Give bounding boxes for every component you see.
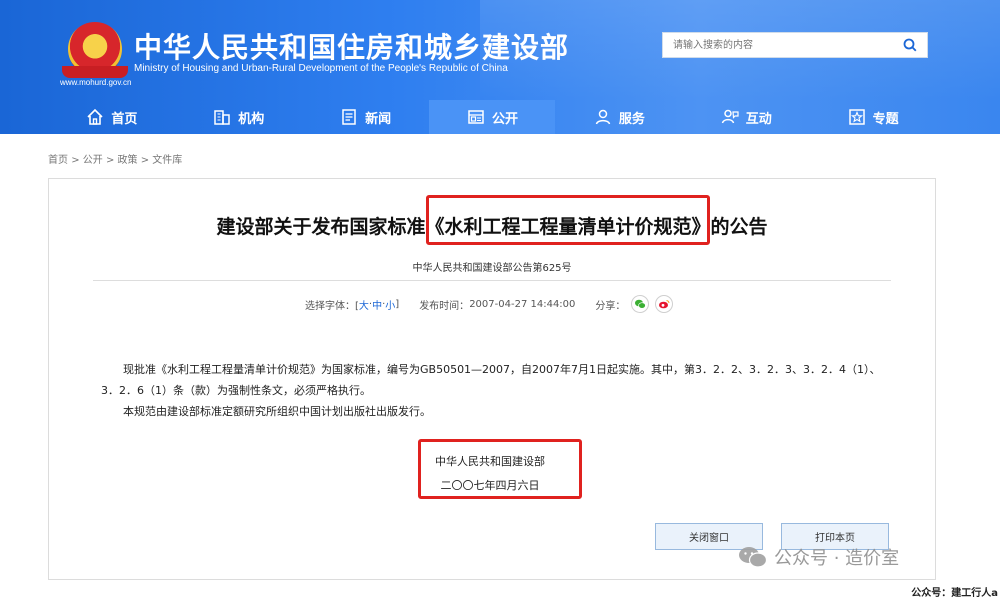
main-nav: 首页 机构 新闻 公开 服务 互动 专题 [48,100,936,134]
nav-label: 首页 [111,111,138,127]
nav-item-interaction[interactable]: 互动 [682,100,809,134]
nav-label: 机构 [238,111,265,127]
nav-item-topic[interactable]: 专题 [809,100,936,134]
nav-label: 服务 [618,111,645,127]
news-icon [339,107,359,127]
nav-item-news[interactable]: 新闻 [302,100,429,134]
site-subtitle: Ministry of Housing and Urban-Rural Deve… [134,63,508,74]
interaction-icon [720,107,740,127]
emblem-ribbon [62,66,128,78]
font-size-large-link[interactable]: 大 [359,297,369,312]
breadcrumb-separator: > [105,155,115,166]
building-icon [212,107,232,127]
wechat-share-icon[interactable] [631,295,650,313]
site-header: www.mohurd.gov.cn 中华人民共和国住房和城乡建设部 Minist… [0,0,1000,134]
search-input[interactable] [663,33,891,57]
font-size-label: 选择字体：[ [305,300,359,312]
article-paragraph: 本规范由建设部标准定额研究所组织中国计划出版社出版发行。 [123,405,431,418]
signature-date: 二〇〇七年四月六日 [440,479,540,492]
signature-block: 中华人民共和国建设部 二〇〇七年四月六日 [425,450,555,498]
article-body: 现批准《水利工程工程量清单计价规范》为国家标准，编号为GB50501—2007，… [101,359,891,422]
share-label: 分享： [595,300,626,312]
wechat-logo-icon [739,547,768,568]
article-paragraph: 现批准《水利工程工程量清单计价规范》为国家标准，编号为GB50501—2007，… [101,363,881,397]
signature-organization: 中华人民共和国建设部 [435,455,545,468]
breadcrumb: 首页 > 公开 > 政策 > 文件库 [48,151,182,166]
breadcrumb-separator: > [140,155,150,166]
footer-credit: 公众号：建工行人a [911,588,998,599]
watermark-text: 公众号 · 造价室 [774,548,900,569]
nav-item-home[interactable]: 首页 [48,100,175,134]
document-number: 中华人民共和国建设部公告第625号 [412,263,572,274]
search-button[interactable] [897,35,923,55]
topic-icon [847,107,867,127]
publish-time: 2007-04-27 14:44:00 [469,298,576,310]
home-icon [85,107,105,127]
site-title[interactable]: 中华人民共和国住房和城乡建设部 [134,26,569,66]
search-box [662,32,928,58]
weibo-share-icon[interactable] [655,295,674,313]
font-size-medium-link[interactable]: 中 [372,297,382,312]
nav-item-public[interactable]: 公开 [428,100,556,134]
nav-label: 专题 [872,111,899,127]
document-icon [466,107,486,127]
search-icon [903,38,917,52]
nav-label: 互动 [745,111,772,127]
nav-label: 公开 [492,111,519,127]
breadcrumb-public[interactable]: 公开 [83,151,103,166]
publish-time-label: 发布时间： [419,300,470,312]
site-url: www.mohurd.gov.cn [60,78,132,87]
nav-item-service[interactable]: 服务 [555,100,682,134]
article-card: 建设部关于发布国家标准《水利工程工程量清单计价规范》的公告 中华人民共和国建设部… [48,178,936,580]
watermark: 公众号 · 造价室 [738,544,899,570]
breadcrumb-separator: > [71,155,80,166]
font-size-small-link[interactable]: 小 [385,297,395,312]
service-icon [593,107,613,127]
font-size-close-bracket: ] [395,298,400,310]
breadcrumb-policy[interactable]: 政策 [118,151,138,166]
divider [93,280,891,281]
nav-label: 新闻 [365,111,392,127]
article-title: 建设部关于发布国家标准《水利工程工程量清单计价规范》的公告 [216,216,768,238]
breadcrumb-home[interactable]: 首页 [48,151,68,166]
article-meta: 选择字体：[ 大 · 中 · 小 ] 发布时间： 2007-04-27 14:4… [305,295,674,313]
breadcrumb-file-library[interactable]: 文件库 [152,151,182,166]
nav-item-organization[interactable]: 机构 [175,100,302,134]
